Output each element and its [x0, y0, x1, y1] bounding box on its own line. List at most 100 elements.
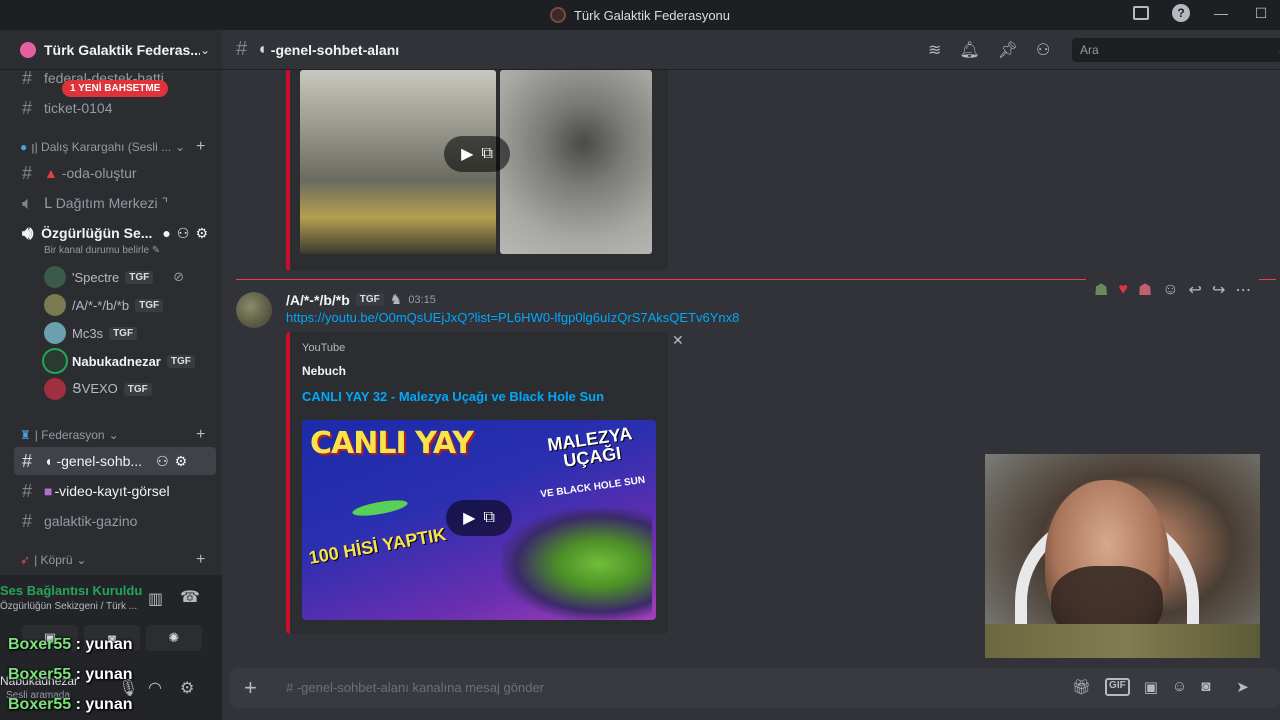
hash-icon: #	[22, 480, 33, 501]
voice-connected-status[interactable]: Ses Bağlantısı Kuruldu	[0, 583, 142, 598]
webcam-overlay	[985, 454, 1260, 658]
pin-icon[interactable]: 📌︎	[998, 40, 1018, 60]
embed-author[interactable]: Nebuch	[302, 364, 346, 378]
speech-icon: ◖	[44, 453, 53, 469]
gift-icon[interactable]: 🎁︎	[1072, 678, 1091, 696]
voice-user[interactable]: ՑVEXO TGF	[44, 377, 152, 401]
gear-icon[interactable]: ⚙	[175, 453, 188, 470]
mic-muted-icon: ⊘	[173, 269, 185, 284]
sparkle-icon: ✺	[168, 630, 180, 645]
window-title-text: Türk Galaktik Federasyonu	[573, 7, 731, 23]
hash-icon: #	[22, 510, 33, 531]
play-icon: ▶	[461, 146, 474, 163]
voice-user[interactable]: 'Spectre TGF ⊘	[44, 265, 184, 289]
channel-video-kayit[interactable]: # ■ -video-kayıt-görsel	[14, 477, 216, 505]
role-icon: ♞	[389, 291, 403, 307]
tag-badge: TGF	[125, 270, 154, 284]
category-dalis[interactable]: ● ꞁ| Dalış Karargahı (Sesli ... ⌄ +	[20, 138, 205, 155]
gif-icon[interactable]: GIF	[1105, 678, 1130, 696]
hash-icon: #	[22, 450, 33, 471]
composer-placeholder: # -genel-sohbet-alanı kanalına mesaj gön…	[286, 680, 545, 695]
guild-icon	[20, 41, 36, 58]
message-actions-toolbar: ☗ ♥ ☗ ☺ ↩ ↪ ⋯	[1086, 274, 1260, 306]
search-input[interactable]: Ara ⌕	[1072, 38, 1280, 62]
avatar	[44, 378, 66, 400]
message-link[interactable]: https://youtu.be/O0mQsUEjJxQ?list=PL6HW0…	[286, 310, 739, 325]
channel-label: ᒪ Dağıtım Merkezi ⌝	[44, 194, 169, 211]
voice-user-speaking[interactable]: Nabukadnezar TGF	[44, 349, 195, 373]
members-icon[interactable]: ⚇	[1036, 40, 1050, 60]
chat-bubble-icon[interactable]: ●	[162, 225, 170, 241]
voice-channel-path[interactable]: Özgürlüğün Sekizgeni / Türk ...	[0, 601, 137, 612]
gear-icon[interactable]: ⚙	[195, 225, 208, 242]
category-federasyon[interactable]: ♜ | Federasyon ⌄ +	[20, 426, 205, 443]
reaction-alien-icon[interactable]: ☗	[1094, 280, 1108, 300]
add-reaction-icon[interactable]: ☺	[1162, 281, 1178, 299]
stream-chat-line: Boxer55 : yunan	[8, 696, 133, 714]
gamepad-icon[interactable]: ◙	[1201, 678, 1210, 696]
add-channel-icon[interactable]: +	[196, 138, 205, 156]
category-label: | Federasyon	[34, 428, 105, 442]
voice-channel-ozgurlugun[interactable]: 🔊︎ Özgürlüğün Se... ● ⚇ ⚙	[14, 219, 216, 247]
channel-label: -oda-oluştur	[61, 165, 137, 181]
app-logo-icon	[549, 7, 566, 23]
video-thumbnail[interactable]	[500, 70, 652, 254]
forward-icon[interactable]: ↪	[1212, 280, 1225, 300]
bell-icon[interactable]: 🔔︎	[959, 40, 979, 60]
embed-title[interactable]: CANLI YAY 32 - Malezya Uçağı ve Black Ho…	[302, 389, 604, 404]
channel-galaktik-gazino[interactable]: # galaktik-gazino	[14, 507, 216, 535]
message-composer: + # -genel-sohbet-alanı kanalına mesaj g…	[222, 660, 1280, 720]
add-member-icon[interactable]: ⚇	[156, 453, 169, 470]
sticker-icon[interactable]: ▣	[1144, 678, 1158, 696]
avatar[interactable]	[236, 292, 272, 328]
threads-icon[interactable]: ≋	[928, 40, 941, 60]
emoji-icon[interactable]: ☺	[1172, 678, 1187, 696]
minimize-icon[interactable]: —	[1212, 4, 1230, 22]
add-attachment-icon[interactable]: +	[244, 675, 257, 701]
voice-user[interactable]: /A/*-*/b/*b TGF	[44, 293, 164, 317]
message-input[interactable]: + # -genel-sohbet-alanı kanalına mesaj g…	[230, 668, 1280, 708]
chevron-down-icon: ⌄	[175, 140, 186, 154]
inbox-icon[interactable]	[1132, 4, 1150, 22]
voice-status-hint[interactable]: Bir kanal durumu belirle ✎	[44, 245, 160, 256]
rocket-icon: ➶	[20, 553, 31, 567]
chat-text: : yunan	[71, 696, 133, 713]
disconnect-icon[interactable]: ☎	[180, 587, 200, 607]
hash-icon: #	[22, 67, 33, 88]
add-member-icon[interactable]: ⚇	[177, 225, 190, 242]
maximize-icon[interactable]: ☐	[1252, 4, 1270, 22]
tag-badge: TGF	[355, 293, 384, 306]
guild-name: Türk Galaktik Federas...	[44, 41, 200, 58]
message-author[interactable]: /A/*-*/b/*b	[286, 292, 350, 308]
channel-dagitim-merkezi[interactable]: 🔈︎ ᒪ Dağıtım Merkezi ⌝	[14, 189, 216, 217]
gear-icon[interactable]: ⚙	[180, 678, 194, 698]
category-label: | Köprü	[34, 553, 73, 567]
channel-ticket[interactable]: # ticket-0104	[14, 94, 216, 122]
help-icon[interactable]: ?	[1172, 4, 1190, 22]
chat-nick: Boxer55	[8, 636, 72, 653]
reply-icon[interactable]: ↩	[1189, 280, 1202, 300]
send-icon[interactable]: ➤	[1236, 678, 1249, 696]
voice-user[interactable]: Mc3s TGF	[44, 321, 138, 345]
headset-icon[interactable]: ◠	[148, 678, 162, 698]
video-thumbnail[interactable]: CANLI YAY MALEZYA UÇAĞI VE BLACK HOLE SU…	[302, 420, 656, 620]
add-channel-icon[interactable]: +	[196, 551, 205, 569]
robot-icon: ♜	[20, 428, 31, 442]
channel-label: ticket-0104	[44, 100, 113, 116]
voice-user-name: Nabukadnezar	[72, 353, 161, 369]
more-icon[interactable]: ⋯	[1235, 280, 1251, 300]
thumb-side-subtext: VE BLACK HOLE SUN	[539, 474, 646, 501]
soundboard-button[interactable]: ✺	[146, 625, 202, 651]
soundboard-icon[interactable]: ▥	[148, 589, 163, 609]
channel-genel-sohbet[interactable]: # ◖ -genel-sohb... ⚇ ⚙	[14, 447, 216, 475]
category-kopru[interactable]: ➶ | Köprü ⌄ +	[20, 551, 205, 568]
reaction-face-icon[interactable]: ☗	[1138, 280, 1152, 300]
play-button[interactable]: ▶ ⧉	[446, 500, 512, 536]
add-channel-icon[interactable]: +	[196, 426, 205, 444]
stream-chat-line: Boxer55 : yunan	[8, 636, 133, 654]
close-icon[interactable]: ✕	[672, 332, 684, 349]
play-button[interactable]: ▶ ⧉	[444, 136, 510, 172]
channel-oda-olustur[interactable]: # ▲ -oda-oluştur	[14, 159, 216, 187]
heart-icon[interactable]: ♥	[1118, 281, 1128, 299]
chat-nick: Boxer55	[8, 696, 72, 713]
